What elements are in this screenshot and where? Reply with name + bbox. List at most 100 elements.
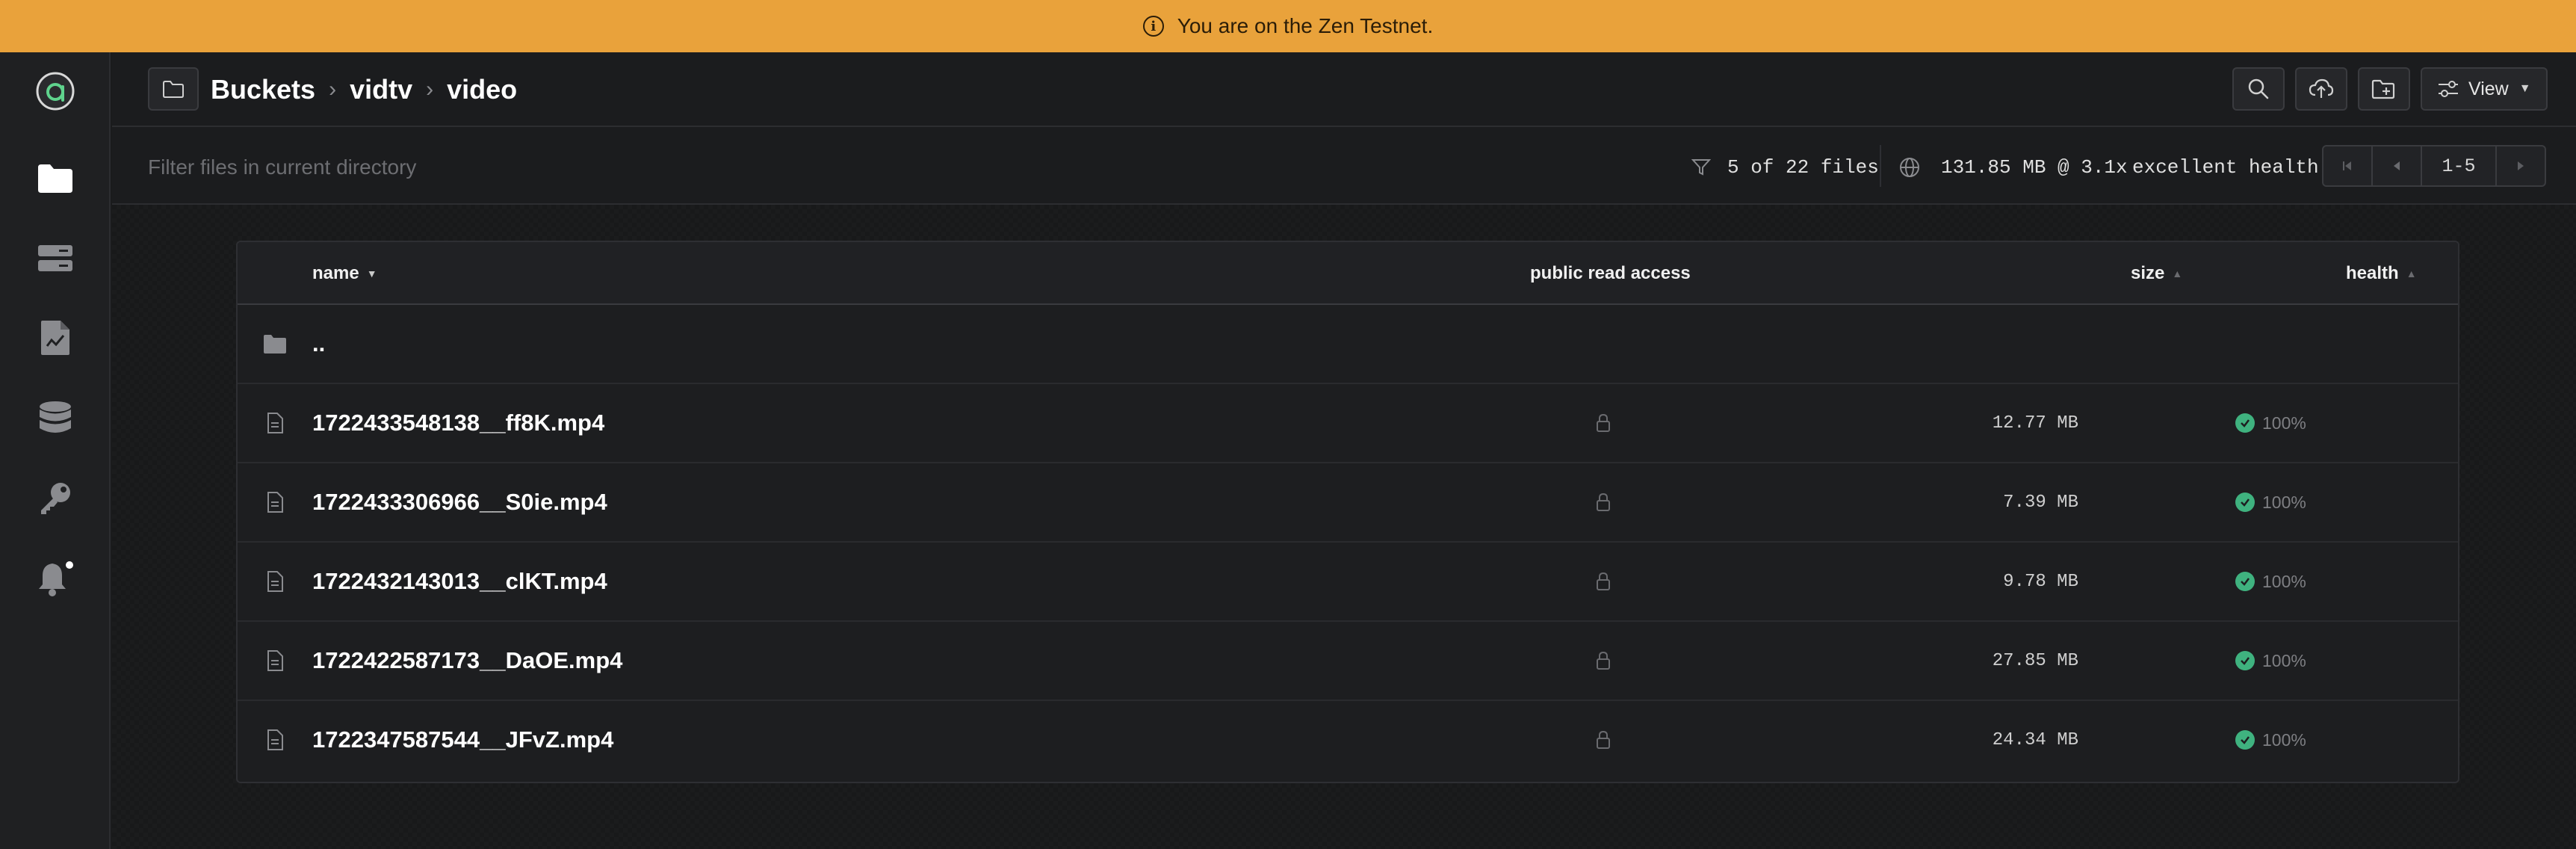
check-circle-icon xyxy=(2235,651,2255,670)
lock-icon[interactable] xyxy=(1588,543,1618,620)
sliders-icon xyxy=(2439,81,2458,97)
parent-directory-row[interactable]: .. xyxy=(238,305,2458,384)
folder-plus-icon xyxy=(2371,79,2395,99)
logo-icon[interactable] xyxy=(33,69,78,114)
file-icon xyxy=(260,463,290,541)
chevron-left-icon xyxy=(2394,161,2400,170)
sidebar-item-keys[interactable] xyxy=(33,475,78,520)
file-health: 100% xyxy=(2235,701,2306,779)
first-page-icon xyxy=(2343,161,2351,170)
bell-icon xyxy=(39,561,73,596)
column-size[interactable]: size ▲ xyxy=(2131,263,2182,284)
file-size: 24.34 MB xyxy=(1992,729,2078,750)
column-health-label: health xyxy=(2346,263,2399,283)
breadcrumb: Buckets › vidtv › video xyxy=(211,73,517,106)
health-value: 100% xyxy=(2262,729,2306,750)
file-size: 12.77 MB xyxy=(1992,413,2078,433)
cloud-upload-icon xyxy=(2309,78,2334,98)
files-table: name ▼ public read access size ▲ health … xyxy=(236,241,2459,783)
check-circle-icon xyxy=(2235,572,2255,591)
filter-icon xyxy=(1691,159,1711,176)
column-access-label: public read access xyxy=(1530,263,1691,283)
breadcrumb-folder[interactable]: video xyxy=(447,74,517,105)
chevron-right-icon: › xyxy=(329,77,337,102)
lock-icon[interactable] xyxy=(1588,384,1618,462)
first-page-button[interactable] xyxy=(2323,146,2373,185)
folder-outline-icon xyxy=(163,81,184,98)
file-health: 100% xyxy=(2235,622,2306,700)
file-size: 7.39 MB xyxy=(2003,492,2078,513)
table-row[interactable]: 1722433306966__S0ie.mp4 7.39 MB 100% xyxy=(238,463,2458,543)
breadcrumb-buckets[interactable]: Buckets xyxy=(211,74,315,105)
lock-icon[interactable] xyxy=(1588,701,1618,779)
file-size: 9.78 MB xyxy=(2003,571,2078,592)
file-size: 27.85 MB xyxy=(1992,650,2078,671)
chevron-right-icon xyxy=(2518,161,2524,170)
check-circle-icon xyxy=(2235,413,2255,433)
health-value: 100% xyxy=(2262,650,2306,670)
sort-asc-icon: ▲ xyxy=(2406,268,2417,280)
file-health: 100% xyxy=(2235,543,2306,620)
sidebar-item-contracts[interactable] xyxy=(33,315,78,360)
sidebar-item-database[interactable] xyxy=(33,396,78,441)
column-size-label: size xyxy=(2131,263,2165,283)
lock-icon[interactable] xyxy=(1588,622,1618,700)
table-row[interactable]: 1722422587173__DaOE.mp4 27.85 MB 100% xyxy=(238,622,2458,701)
top-bar: Buckets › vidtv › video View ▼ xyxy=(112,52,2576,127)
file-count: 5 of 22 files xyxy=(1727,156,1879,179)
pagination: 1-5 xyxy=(2322,145,2546,187)
file-name[interactable]: 1722347587544__JFvZ.mp4 xyxy=(312,701,613,779)
chevron-down-icon: ▼ xyxy=(2518,82,2531,95)
file-chart-icon xyxy=(41,321,69,355)
file-icon xyxy=(260,384,290,462)
table-row[interactable]: 1722432143013__clKT.mp4 9.78 MB 100% xyxy=(238,543,2458,622)
file-name[interactable]: 1722433548138__ff8K.mp4 xyxy=(312,384,604,462)
sidebar-item-files[interactable] xyxy=(33,155,78,200)
key-icon xyxy=(41,483,70,514)
upload-button[interactable] xyxy=(2295,67,2347,111)
file-health: 100% xyxy=(2235,384,2306,462)
column-name[interactable]: name ▼ xyxy=(312,263,377,284)
search-button[interactable] xyxy=(2232,67,2285,111)
health-value: 100% xyxy=(2262,492,2306,512)
table-row[interactable]: 1722433548138__ff8K.mp4 12.77 MB 100% xyxy=(238,384,2458,463)
folder-button[interactable] xyxy=(148,67,199,111)
page-range: 1-5 xyxy=(2422,146,2497,185)
file-health: 100% xyxy=(2235,463,2306,541)
health-summary: excellent health xyxy=(2132,156,2319,179)
storage-stats: 131.85 MB @ 3.1x xyxy=(1941,156,2128,179)
filter-bar: 5 of 22 files 131.85 MB @ 3.1x excellent… xyxy=(112,127,2576,205)
sidebar xyxy=(0,52,111,849)
file-icon xyxy=(260,622,290,700)
filter-input[interactable] xyxy=(148,152,820,182)
table-row[interactable]: 1722347587544__JFvZ.mp4 24.34 MB 100% xyxy=(238,701,2458,780)
view-button-label: View xyxy=(2468,78,2509,99)
folder-icon xyxy=(260,305,290,383)
column-health[interactable]: health ▲ xyxy=(2346,263,2417,284)
view-button[interactable]: View ▼ xyxy=(2421,67,2548,111)
file-icon xyxy=(260,701,290,779)
file-name[interactable]: 1722433306966__S0ie.mp4 xyxy=(312,463,607,541)
lock-icon[interactable] xyxy=(1588,463,1618,541)
file-name[interactable]: 1722432143013__clKT.mp4 xyxy=(312,543,607,620)
info-icon: i xyxy=(1142,16,1164,37)
column-name-label: name xyxy=(312,263,359,283)
table-header: name ▼ public read access size ▲ health … xyxy=(238,242,2458,305)
parent-directory-label[interactable]: .. xyxy=(312,305,325,383)
breadcrumb-bucket[interactable]: vidtv xyxy=(350,74,412,105)
sidebar-item-hosts[interactable] xyxy=(33,236,78,281)
prev-page-button[interactable] xyxy=(2373,146,2422,185)
column-public-access[interactable]: public read access xyxy=(1530,263,1691,284)
file-name[interactable]: 1722422587173__DaOE.mp4 xyxy=(312,622,622,700)
sidebar-item-notifications[interactable] xyxy=(33,556,78,601)
folder-icon xyxy=(38,164,72,193)
new-folder-button[interactable] xyxy=(2358,67,2410,111)
globe-icon xyxy=(1900,158,1919,177)
health-value: 100% xyxy=(2262,413,2306,433)
check-circle-icon xyxy=(2235,730,2255,750)
server-icon xyxy=(38,245,72,271)
testnet-banner: i You are on the Zen Testnet. xyxy=(0,0,2576,52)
health-value: 100% xyxy=(2262,571,2306,591)
next-page-button[interactable] xyxy=(2497,146,2545,185)
main-area: Buckets › vidtv › video View ▼ Filter fi… xyxy=(112,52,2576,849)
